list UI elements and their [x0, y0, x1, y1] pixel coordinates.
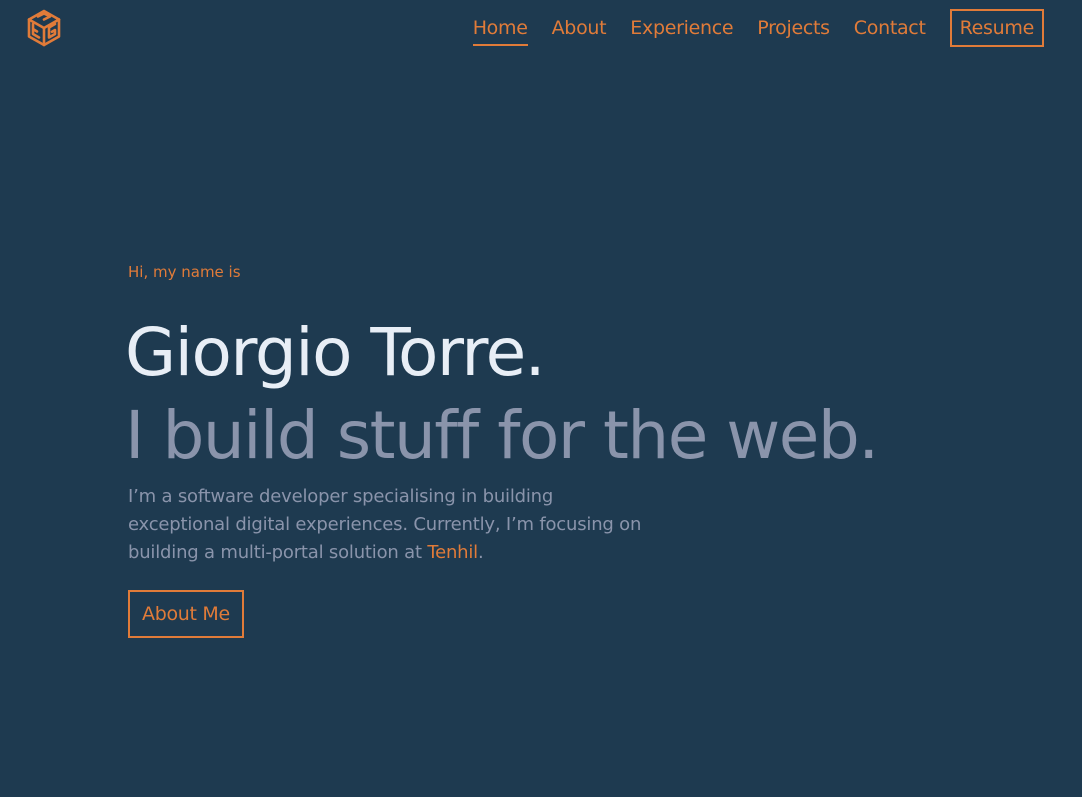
bio-text: I’m a software developer specialising in… [128, 486, 642, 563]
nav-link-projects[interactable]: Projects [757, 9, 830, 47]
company-link[interactable]: Tenhil [427, 542, 478, 563]
greeting-text: Hi, my name is [128, 263, 241, 281]
bio-text-end: . [477, 542, 484, 563]
main-nav: Home About Experience Projects Contact R… [449, 9, 1044, 47]
nav-link-contact[interactable]: Contact [854, 9, 926, 47]
about-me-button[interactable]: About Me [128, 590, 244, 638]
nav-link-experience[interactable]: Experience [630, 9, 733, 47]
hero-tagline: I build stuff for the web. [125, 397, 879, 474]
hero-bio: I’m a software developer specialising in… [128, 483, 658, 567]
cube-logo-icon[interactable] [26, 9, 62, 47]
page: Home About Experience Projects Contact R… [0, 0, 1082, 797]
hero-name: Giorgio Torre. [125, 314, 546, 391]
hero-section: Hi, my name is Giorgio Torre. I build st… [125, 262, 1028, 638]
nav-link-home[interactable]: Home [472, 9, 528, 47]
resume-button[interactable]: Resume [949, 9, 1044, 47]
nav-link-about[interactable]: About [552, 9, 607, 47]
